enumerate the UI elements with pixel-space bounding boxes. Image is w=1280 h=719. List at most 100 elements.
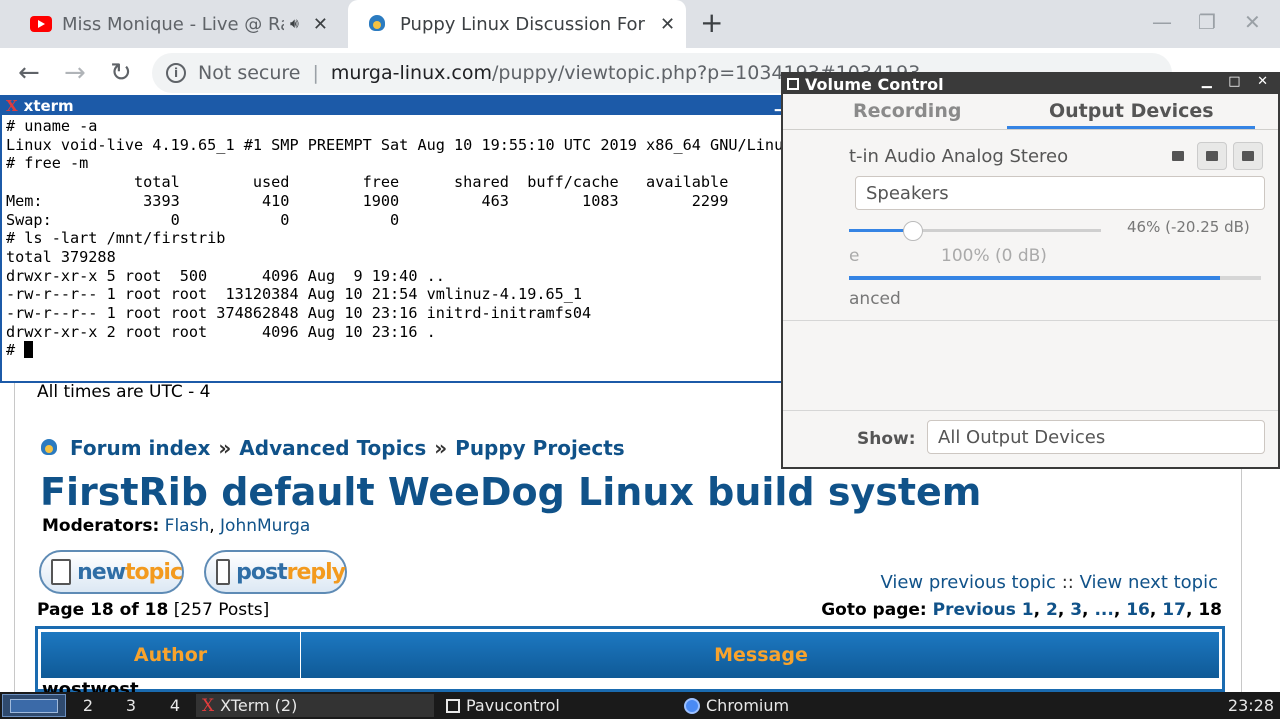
window-controls: ▁ □ ✕ [1202,74,1274,89]
show-devices-select[interactable]: All Output Devices [927,420,1265,454]
url-host: murga-linux.com [330,62,492,84]
puppy-icon [38,437,60,459]
breadcrumb-forum-index[interactable]: Forum index [70,436,210,460]
document-icon [51,559,72,585]
port-select[interactable]: Speakers [855,176,1265,210]
volume-slider-handle[interactable] [903,221,923,241]
security-label: Not secure [198,62,301,84]
moderators-label: Moderators: [42,516,160,536]
divider [783,320,1278,321]
taskbar: 2 3 4 X XTerm (2) Pavucontrol Chromium 2… [0,692,1280,719]
breadcrumb-puppy-projects[interactable]: Puppy Projects [455,436,625,460]
mute-icon[interactable] [1163,142,1193,170]
xterm-titlebar[interactable]: X xterm ▁ □ ✕ [2,97,851,115]
close-window-button[interactable]: ✕ [1244,10,1261,34]
terminal-line: Mem: 3393 410 1900 463 1083 2299 [6,191,729,210]
page-link[interactable]: 17 [1162,600,1186,620]
back-button[interactable]: ← [18,58,40,88]
workspace-2[interactable]: 2 [72,694,104,717]
breadcrumb-separator: » [434,436,448,460]
page-link[interactable]: 2 [1046,600,1058,620]
tab-close-icon[interactable]: ✕ [313,14,328,35]
column-header-message: Message [714,644,808,666]
device-name: t-in Audio Analog Stereo [849,146,1069,167]
show-label: Show: [857,429,916,449]
timezone-note: All times are UTC - 4 [37,382,211,402]
set-default-button[interactable] [1233,142,1263,170]
forward-button[interactable]: → [64,58,86,88]
workspace-4[interactable]: 4 [159,694,191,717]
tab-close-icon[interactable]: ✕ [660,14,675,35]
page-ellipsis: ... [1094,600,1114,620]
view-previous-topic-link[interactable]: View previous topic [880,572,1056,593]
terminal-line: drwxr-xr-x 5 root 500 4096 Aug 9 19:40 .… [6,266,445,285]
goto-label: Goto page: [821,600,927,620]
new-tab-button[interactable]: + [700,6,723,39]
minimize-window-button[interactable]: — [1152,10,1172,34]
terminal-line: # free -m [6,154,89,173]
topic-nav-separator: :: [1061,572,1074,593]
maximize-window-button[interactable]: ❐ [1198,10,1216,34]
breadcrumb-advanced-topics[interactable]: Advanced Topics [239,436,426,460]
new-topic-button[interactable]: new topic [39,550,184,594]
maximize-icon[interactable]: □ [1228,74,1246,89]
browser-tabstrip: Miss Monique - Live @ Radio Intense 🔊︎ ✕… [0,0,1280,48]
moderator-link-johnmurga[interactable]: JohnMurga [220,516,310,536]
lock-channels-button[interactable] [1197,142,1227,170]
volume-slider-track[interactable] [849,229,1101,232]
breadcrumb-separator: » [218,436,232,460]
xterm-icon: X [202,695,215,716]
terminal-line: Linux void-live 4.19.65_1 #1 SMP PREEMPT… [6,135,793,154]
terminal-line: # ls -lart /mnt/firstrib [6,229,226,248]
tab-output-devices[interactable]: Output Devices [1049,100,1214,122]
speaker-icon[interactable]: 🔊︎ [290,16,299,32]
page-link[interactable]: 16 [1126,600,1150,620]
button-word: topic [125,559,183,585]
clock[interactable]: 23:28 [1228,696,1274,715]
info-icon[interactable]: i [166,63,186,83]
view-next-topic-link[interactable]: View next topic [1080,572,1218,593]
moderator-separator: , [209,516,215,536]
volume-control-window[interactable]: Volume Control ▁ □ ✕ Recording Output De… [781,72,1280,469]
post-reply-button[interactable]: post reply [204,550,347,594]
posts-table: Author Message wostwost [35,626,1225,700]
reload-button[interactable]: ↻ [110,58,132,88]
tab-puppy-forum[interactable]: Puppy Linux Discussion Forum ✕ [348,0,686,48]
button-word: new [77,559,126,585]
terminal-prompt: # [6,341,25,360]
window-icon [787,78,799,90]
pagination: Goto page: Previous 1, 2, 3, ..., 16, 17… [821,600,1222,620]
close-icon[interactable]: ✕ [1257,74,1274,89]
terminal-line: -rw-r--r-- 1 root root 374862848 Aug 10 … [6,304,592,323]
breadcrumb: Forum index » Advanced Topics » Puppy Pr… [38,436,625,460]
tab-title: Miss Monique - Live @ Radio Intense [62,13,284,35]
taskbar-item-chromium[interactable]: Chromium [678,694,918,717]
button-word: post [236,559,287,585]
workspace-3[interactable]: 3 [115,694,147,717]
taskbar-item-pavucontrol[interactable]: Pavucontrol [440,694,672,717]
taskbar-item-xterm[interactable]: X XTerm (2) [196,694,434,717]
table-header-row: Author Message [41,632,1219,678]
terminal-line: total 379288 [6,247,116,266]
topic-title[interactable]: FirstRib default WeeDog Linux build syst… [40,470,981,514]
advanced-expander[interactable]: anced [849,289,901,309]
terminal-line: total used free shared buff/cache availa… [6,173,729,192]
volume-control-titlebar[interactable]: Volume Control ▁ □ ✕ [783,74,1278,94]
terminal-output[interactable]: # uname -a Linux void-live 4.19.65_1 #1 S… [2,115,851,362]
page-number: Page 18 of 18 [37,600,169,620]
moderator-link-flash[interactable]: Flash [165,516,210,536]
volume-percent: 46% (-20.25 dB) [1127,218,1250,236]
workspace-1[interactable] [2,694,66,717]
column-header-author: Author [41,632,301,678]
xterm-window[interactable]: X xterm ▁ □ ✕ # uname -aLinux void-live … [0,95,853,383]
minimize-icon[interactable]: ▁ [1202,74,1218,89]
page-link[interactable]: 1 [1022,600,1034,620]
page-link[interactable]: 3 [1070,600,1082,620]
tab-recording[interactable]: Recording [853,100,961,122]
button-word: reply [286,559,346,585]
terminal-prompt-line[interactable]: # [6,341,847,360]
terminal-line: # uname -a [6,117,98,135]
tab-youtube[interactable]: Miss Monique - Live @ Radio Intense 🔊︎ ✕ [0,0,346,48]
url-separator: | [312,62,319,84]
page-link-previous[interactable]: Previous [933,600,1016,620]
